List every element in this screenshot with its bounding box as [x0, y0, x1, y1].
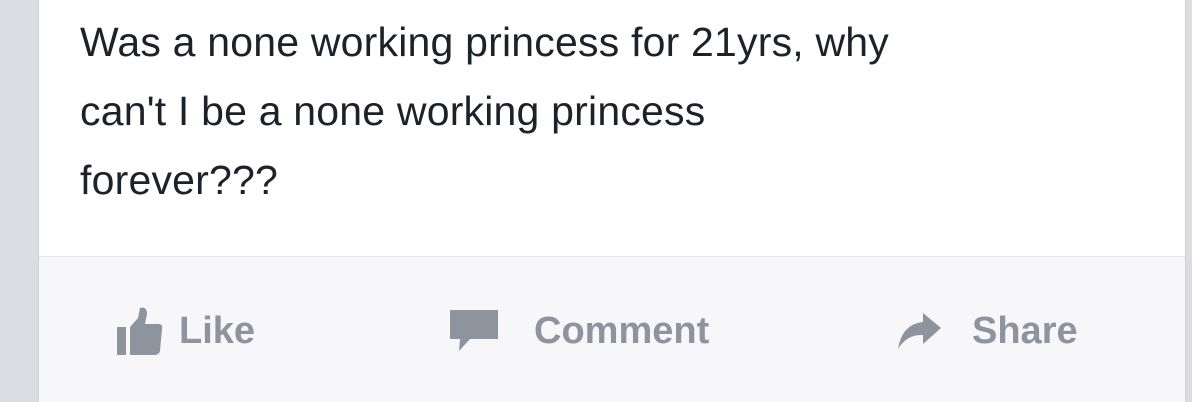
like-label: Like — [179, 309, 256, 352]
share-label: Share — [972, 309, 1078, 352]
action-bar: Like Comment Share — [39, 257, 1185, 402]
share-button[interactable]: Share — [896, 307, 1078, 355]
speech-bubble-icon — [448, 308, 500, 354]
like-button[interactable]: Like — [117, 307, 255, 355]
post-text-line-1: Was a none working princess for 21yrs, w… — [80, 19, 889, 65]
post-text-line-2: can't I be a none working princess — [80, 88, 706, 134]
comment-button[interactable]: Comment — [448, 307, 709, 355]
comment-label: Comment — [534, 309, 710, 352]
share-arrow-icon — [896, 311, 942, 351]
screenshot-frame: Was a none working princess for 21yrs, w… — [0, 0, 1192, 402]
thumbs-up-icon — [117, 306, 163, 356]
post-card: Was a none working princess for 21yrs, w… — [38, 0, 1186, 402]
post-text: Was a none working princess for 21yrs, w… — [80, 8, 1160, 215]
post-text-line-3: forever??? — [80, 157, 279, 203]
